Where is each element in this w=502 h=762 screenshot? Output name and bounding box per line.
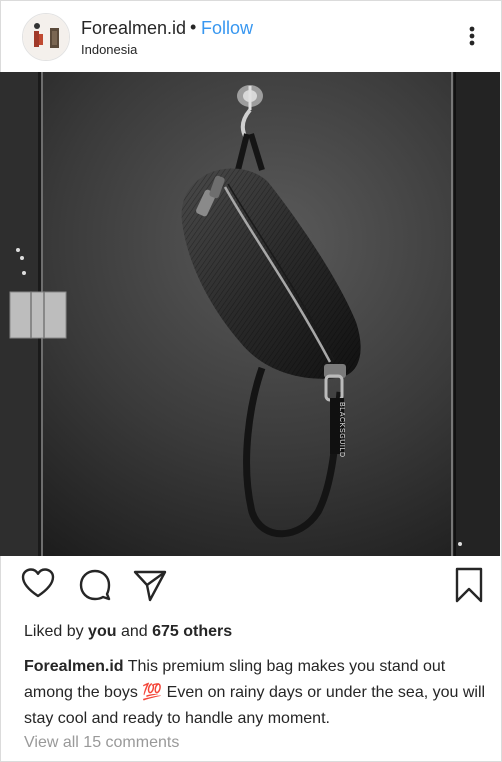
share-button[interactable] [132, 566, 168, 607]
likes-user-link[interactable]: you [88, 623, 116, 640]
avatar-image [23, 14, 69, 60]
likes-middle: and [120, 623, 148, 640]
avatar[interactable] [22, 13, 70, 61]
more-options-button[interactable] [462, 24, 482, 50]
more-vertical-icon [469, 26, 475, 46]
paper-plane-icon [133, 570, 167, 602]
post-header: Forealmen.id • Follow Indonesia [0, 0, 500, 72]
bag-tag-label: BLACKSGUILD [338, 402, 345, 458]
separator-dot: • [190, 17, 197, 37]
sling-bag-photo: BLACKSGUILD [0, 72, 500, 556]
likes-summary: Liked by you and 675 others [24, 623, 232, 641]
heart-icon [21, 568, 55, 598]
post-image[interactable]: BLACKSGUILD [0, 72, 500, 556]
view-comments-link[interactable]: View all 15 comments [24, 734, 179, 752]
comment-button[interactable] [78, 566, 112, 607]
bookmark-icon [455, 567, 483, 603]
username-link[interactable]: Forealmen.id [81, 18, 186, 39]
post-actions [0, 566, 500, 608]
like-button[interactable] [20, 566, 56, 607]
caption-username-link[interactable]: Forealmen.id [24, 658, 124, 675]
likes-prefix: Liked by [24, 623, 84, 640]
save-button[interactable] [452, 566, 486, 609]
post-caption: Forealmen.id This premium sling bag make… [24, 654, 486, 732]
location-link[interactable]: Indonesia [81, 42, 137, 57]
likes-count-link[interactable]: 675 others [152, 623, 232, 640]
comment-bubble-icon [79, 569, 111, 601]
follow-button[interactable]: Follow [201, 18, 253, 39]
